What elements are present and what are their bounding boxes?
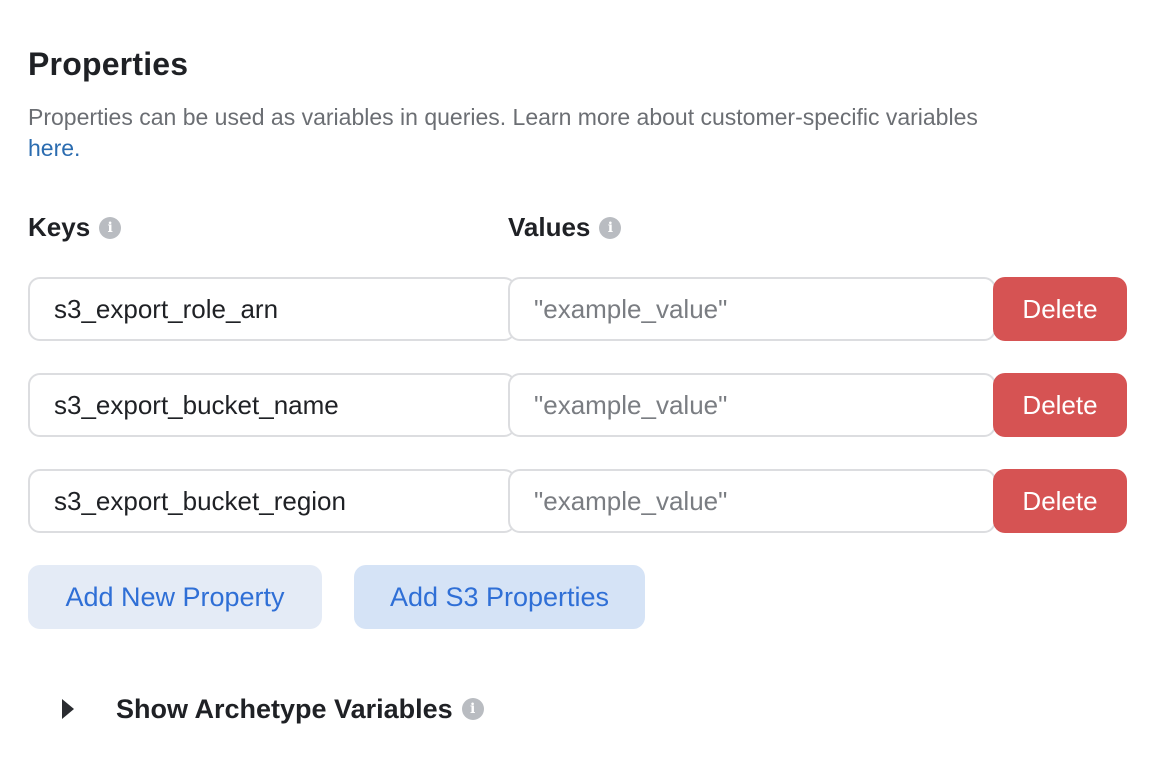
key-input[interactable] <box>28 373 516 437</box>
caret-right-icon[interactable] <box>62 699 74 719</box>
archetype-label: Show Archetype Variables <box>116 693 453 724</box>
value-input[interactable] <box>508 277 996 341</box>
add-s3-properties-button[interactable]: Add S3 Properties <box>354 565 645 629</box>
delete-button[interactable]: Delete <box>993 469 1127 533</box>
property-row: Delete <box>28 277 1128 341</box>
keys-label: Keys <box>28 212 91 242</box>
delete-button[interactable]: Delete <box>993 277 1127 341</box>
values-label: Values <box>508 212 591 242</box>
key-input[interactable] <box>28 277 516 341</box>
delete-button[interactable]: Delete <box>993 373 1127 437</box>
property-row: Delete <box>28 469 1128 533</box>
values-info-icon[interactable]: i <box>599 216 622 239</box>
property-row: Delete <box>28 373 1128 437</box>
add-new-property-button[interactable]: Add New Property <box>28 565 322 629</box>
key-input[interactable] <box>28 469 516 533</box>
value-input[interactable] <box>508 373 996 437</box>
archetype-info-icon[interactable]: i <box>461 698 484 720</box>
keys-header: Keys i <box>28 212 122 243</box>
learn-more-link[interactable]: here. <box>28 135 80 161</box>
show-archetype-variables-toggle[interactable]: Show Archetype Variables i <box>62 689 484 729</box>
properties-description: Properties can be used as variables in q… <box>28 102 1128 164</box>
description-text: Properties can be used as variables in q… <box>28 104 978 130</box>
page-title: Properties <box>28 46 189 82</box>
keys-info-icon[interactable]: i <box>99 216 122 239</box>
values-header: Values i <box>508 212 622 243</box>
value-input[interactable] <box>508 469 996 533</box>
